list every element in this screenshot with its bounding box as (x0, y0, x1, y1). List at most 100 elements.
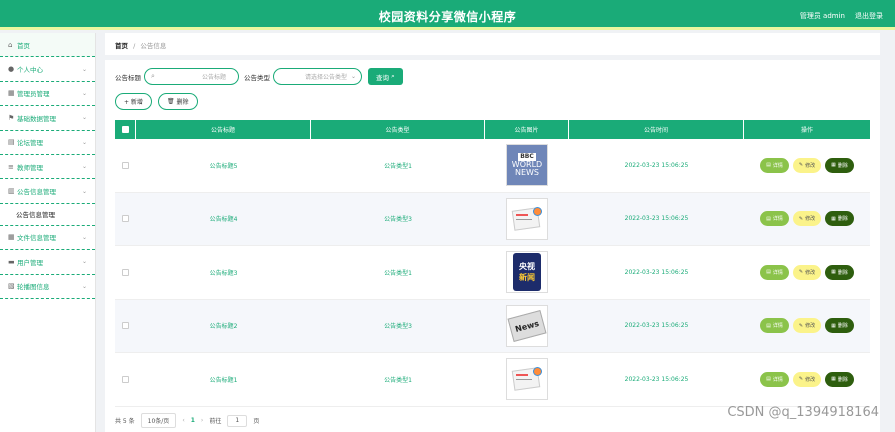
view-button[interactable]: ▤ 详情 (760, 157, 789, 173)
pencil-icon: ✎ (798, 162, 804, 169)
notice-image[interactable]: News (506, 304, 548, 347)
notice-image[interactable]: 央视 新闻 (506, 251, 548, 294)
view-button[interactable]: ▤ 详情 (760, 211, 789, 227)
cell-title: 公告标题3 (209, 269, 238, 277)
breadcrumb-current: 公告信息 (140, 42, 167, 50)
cell-title: 公告标题1 (209, 376, 238, 384)
sidebar-item[interactable]: ▦ 管理员管理 ⌄ (0, 82, 95, 107)
delete-row-button[interactable]: ▦ 删除 (825, 264, 854, 280)
trash-icon: ▦ (831, 162, 836, 169)
notice-image[interactable] (506, 358, 548, 401)
sidebar-subitem-notice[interactable]: 公告信息管理 (0, 204, 95, 226)
thumb-news-word: News (514, 318, 540, 334)
content-panel: 公告标题 ⌕ 公告标题 公告类型 请选择公告类型 ⌄ 查询 ⌕ + 新增 🗑 删… (105, 60, 880, 432)
notice-image[interactable]: BBC WORLD NEWS (506, 144, 548, 187)
header-image: 公告图片 (485, 120, 569, 139)
row-checkbox[interactable] (122, 215, 129, 223)
sidebar-item[interactable]: ● 个人中心 ⌄ (0, 57, 95, 82)
doc-icon: ▤ (766, 376, 771, 383)
chevron-down-icon: ⌄ (81, 138, 87, 146)
chevron-down-icon: ⌄ (81, 258, 87, 266)
query-button[interactable]: 查询 ⌕ (368, 68, 403, 85)
view-label: 详情 (772, 216, 783, 223)
view-button[interactable]: ▤ 详情 (760, 264, 789, 280)
sidebar-item[interactable]: ▬ 用户管理 ⌄ (0, 250, 95, 275)
sidebar-item[interactable]: ▧ 轮播图信息 ⌄ (0, 275, 95, 299)
top-header: 校园资料分享微信小程序 管理员 admin 退出登录 (0, 0, 895, 30)
app-title: 校园资料分享微信小程序 (378, 10, 517, 24)
add-button[interactable]: + 新增 (115, 93, 152, 110)
flag-icon: ⚑ (8, 113, 15, 122)
next-page-icon[interactable]: › (201, 417, 203, 424)
chevron-down-icon: ⌄ (81, 89, 87, 97)
row-checkbox[interactable] (122, 322, 129, 330)
row-checkbox[interactable] (122, 375, 129, 383)
query-label: 查询 (376, 73, 389, 82)
prev-page-icon[interactable]: ‹ (182, 417, 184, 424)
title-search-input[interactable]: ⌕ 公告标题 (144, 68, 239, 85)
header-title: 公告标题 (136, 120, 311, 139)
sidebar-item[interactable]: ≡ 教师管理 ⌄ (0, 155, 95, 180)
chat-icon: ▬ (8, 257, 15, 266)
watermark: CSDN @q_1394918164 (727, 405, 879, 420)
logout-link[interactable]: 退出登录 (855, 11, 883, 21)
delete-row-label: 删除 (837, 376, 848, 383)
notice-image[interactable] (506, 197, 548, 240)
table-row: 公告标题5 公告类型1 BBC WORLD NEWS 2022-03-23 15… (115, 139, 870, 193)
doc-icon: ▤ (766, 269, 771, 276)
sidebar-item-label: 文件信息管理 (17, 234, 56, 243)
chevron-down-icon: ⌄ (81, 65, 87, 73)
view-button[interactable]: ▤ 详情 (760, 318, 789, 334)
goto-label: 前往 (209, 418, 222, 425)
pagination: 共 5 条 10条/页 ‹ 1 › 前往 1 页 (115, 413, 259, 428)
type-select[interactable]: 请选择公告类型 ⌄ (273, 68, 362, 85)
sidebar-item[interactable]: ▦ 文件信息管理 ⌄ (0, 226, 95, 251)
sidebar-item[interactable]: ⌂ 首页 (0, 33, 95, 58)
edit-button[interactable]: ✎ 修改 (792, 318, 822, 334)
sidebar-item[interactable]: ▥ 公告信息管理 ⌄ (0, 179, 95, 204)
thumb-cctv-2: 新闻 (519, 273, 535, 283)
page-unit: 页 (253, 418, 260, 425)
bank-icon: ▥ (8, 187, 15, 196)
title-filter-label: 公告标题 (115, 73, 141, 82)
current-page[interactable]: 1 (191, 417, 195, 424)
list-icon: ≡ (8, 162, 14, 171)
sidebar-item-label: 公告信息管理 (17, 188, 56, 197)
breadcrumb-home[interactable]: 首页 (115, 42, 128, 50)
thumb-news: NEWS (514, 168, 540, 178)
delete-row-label: 删除 (837, 162, 848, 169)
grid-icon: ▦ (8, 233, 15, 242)
cell-type: 公告类型1 (384, 162, 412, 170)
row-checkbox[interactable] (122, 268, 129, 276)
delete-button[interactable]: 🗑 删除 (157, 93, 198, 110)
pencil-icon: ✎ (798, 322, 804, 329)
edit-button[interactable]: ✎ 修改 (792, 157, 822, 173)
sidebar-item[interactable]: ⚑ 基础数据管理 ⌄ (0, 106, 95, 131)
total-count: 共 5 条 (115, 418, 135, 425)
chevron-down-icon: ⌄ (81, 282, 87, 290)
row-checkbox[interactable] (122, 161, 129, 169)
user-icon: ● (8, 65, 15, 74)
edit-button[interactable]: ✎ 修改 (792, 211, 822, 227)
chevron-down-icon: ⌄ (81, 187, 87, 195)
delete-row-button[interactable]: ▦ 删除 (825, 211, 854, 227)
delete-row-button[interactable]: ▦ 删除 (825, 318, 854, 334)
sidebar-item[interactable]: ▤ 论坛管理 ⌄ (0, 131, 95, 155)
delete-row-button[interactable]: ▦ 删除 (825, 157, 854, 173)
select-all-checkbox[interactable] (121, 126, 129, 133)
edit-button[interactable]: ✎ 修改 (792, 264, 822, 280)
header-time: 公告时间 (569, 120, 744, 139)
view-button[interactable]: ▤ 详情 (760, 371, 789, 387)
type-placeholder: 请选择公告类型 (304, 74, 347, 81)
cell-type: 公告类型3 (384, 216, 412, 224)
chart-icon: ▧ (8, 282, 15, 291)
page-size-select[interactable]: 10条/页 (140, 413, 177, 428)
edit-label: 修改 (805, 269, 816, 276)
delete-row-button[interactable]: ▦ 删除 (825, 371, 854, 387)
sidebar-item-label: 首页 (17, 41, 30, 50)
search-icon: ⌕ (151, 72, 155, 80)
goto-input[interactable]: 1 (227, 414, 248, 427)
table-row: 公告标题3 公告类型1 央视 新闻 2022-03-23 15:06:25 ▤ 详… (115, 246, 870, 300)
trash-icon: 🗑 (166, 98, 175, 105)
edit-button[interactable]: ✎ 修改 (792, 371, 822, 387)
